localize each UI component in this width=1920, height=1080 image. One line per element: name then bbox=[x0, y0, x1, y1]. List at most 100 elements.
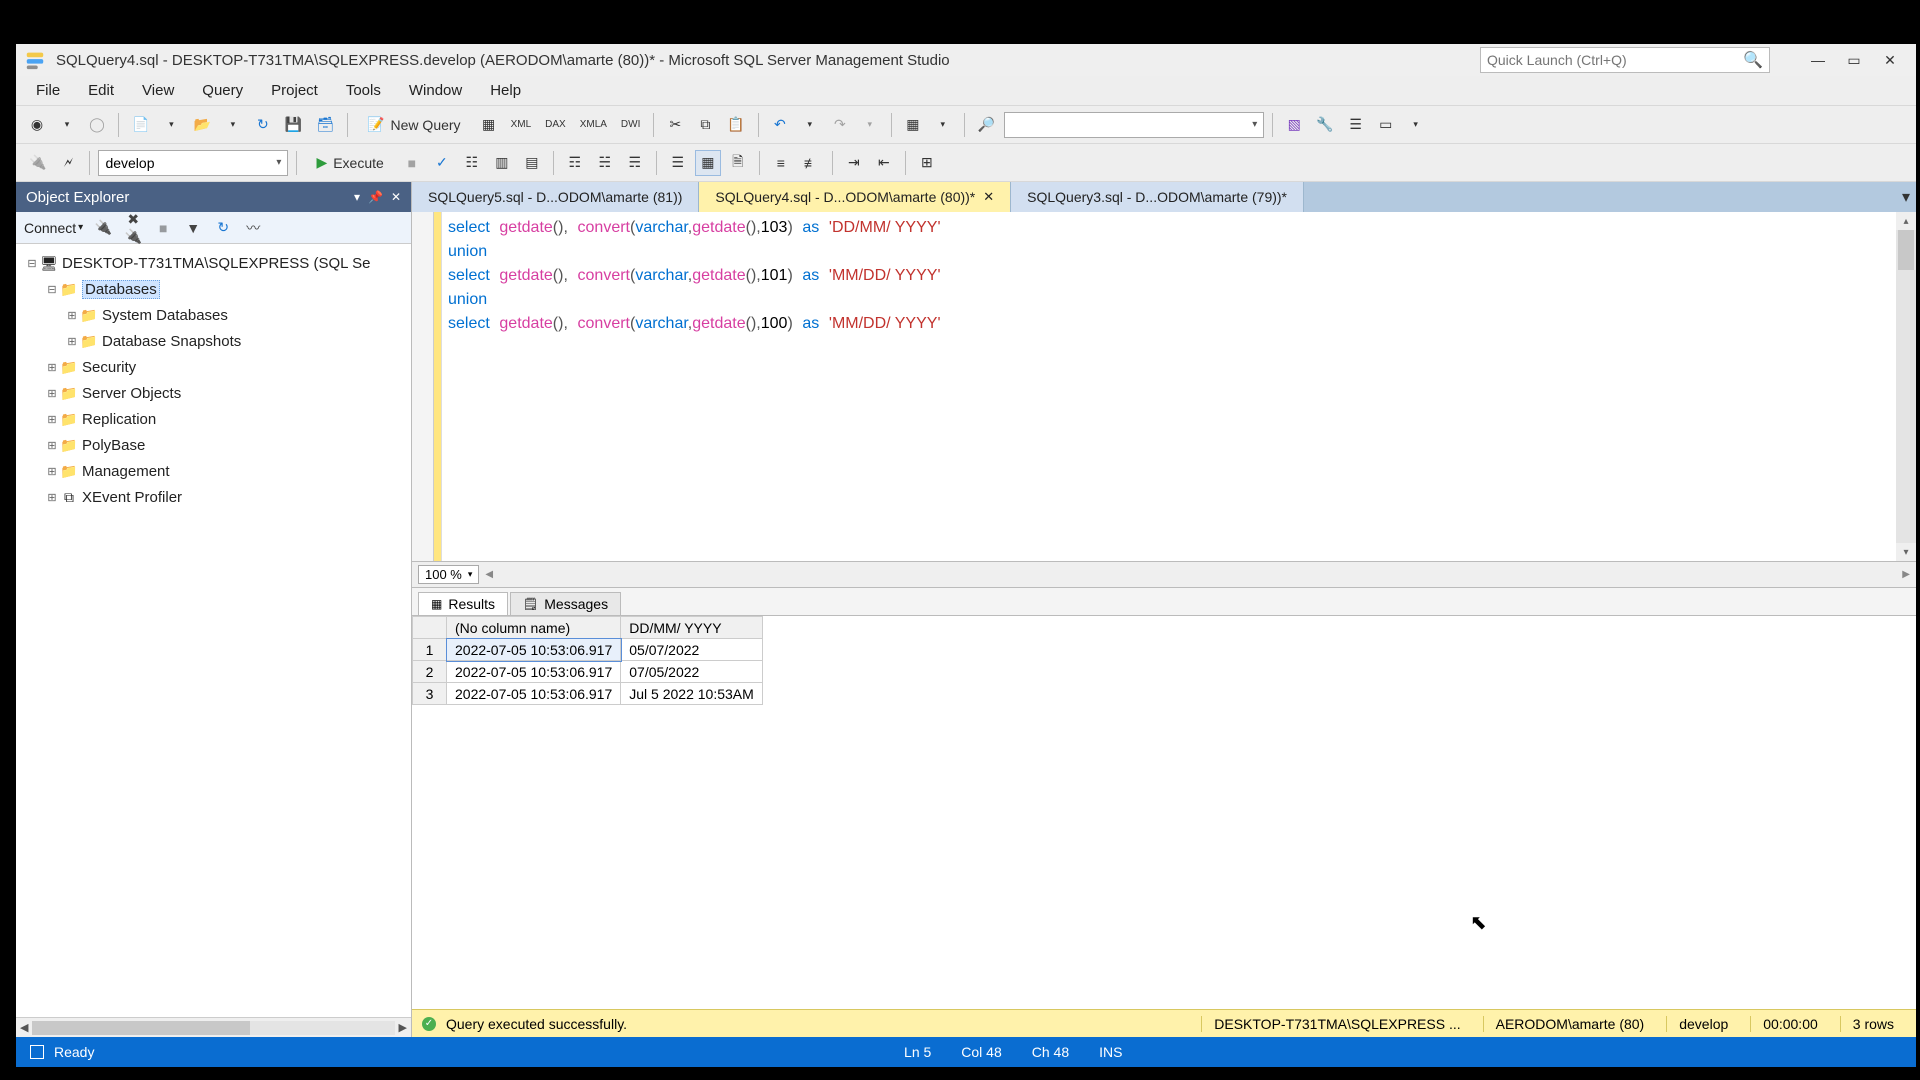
grid-button[interactable]: ▦ bbox=[900, 112, 926, 138]
execute-button[interactable]: ▶ Execute bbox=[305, 150, 394, 176]
open-button[interactable]: 📂 bbox=[188, 112, 215, 138]
column-header[interactable]: (No column name) bbox=[447, 617, 621, 639]
tree-node[interactable]: ⊞⧉XEvent Profiler bbox=[20, 484, 407, 510]
minimize-button[interactable]: — bbox=[1800, 46, 1836, 74]
table-cell[interactable]: 1 bbox=[413, 639, 447, 661]
quick-launch[interactable]: 🔍 bbox=[1480, 47, 1770, 73]
sql-code-area[interactable]: select getdate(), convert(varchar,getdat… bbox=[442, 212, 1896, 561]
column-header[interactable]: DD/MM/ YYYY bbox=[621, 617, 763, 639]
tree-node[interactable]: ⊞📁Security bbox=[20, 354, 407, 380]
scroll-down-icon[interactable]: ▾ bbox=[1896, 543, 1916, 561]
database-combo[interactable]: develop ▾ bbox=[98, 150, 288, 176]
pin-icon[interactable]: 📌 bbox=[368, 190, 383, 204]
paste-button[interactable]: 📋 bbox=[722, 112, 749, 138]
table-cell[interactable]: 2022-07-05 10:53:06.917 bbox=[447, 639, 621, 661]
sql-vscroll[interactable]: ▴ ▾ bbox=[1896, 212, 1916, 561]
save-button[interactable]: 💾 bbox=[280, 112, 307, 138]
oe-activity-icon[interactable]: 〰 bbox=[243, 218, 263, 238]
tab-sqlquery4[interactable]: SQLQuery4.sql - D...ODOM\amarte (80))* ✕ bbox=[699, 182, 1011, 212]
oe-filter-icon[interactable]: ▼ bbox=[183, 220, 203, 236]
column-header[interactable] bbox=[413, 617, 447, 639]
oe-dropdown-icon[interactable]: ▾ bbox=[354, 190, 360, 204]
estplan-button[interactable]: ☷ bbox=[459, 150, 485, 176]
results-text-button[interactable]: ☰ bbox=[665, 150, 691, 176]
oe-tree[interactable]: ⊟ 🖥 DESKTOP-T731TMA\SQLEXPRESS (SQL Se ⊟… bbox=[16, 244, 411, 1017]
unknown-dd[interactable]: ▾ bbox=[930, 112, 956, 138]
new-project-button[interactable]: 📄 bbox=[127, 112, 154, 138]
tree-node[interactable]: ⊞📁Server Objects bbox=[20, 380, 407, 406]
tree-node[interactable]: ⊞📁Replication bbox=[20, 406, 407, 432]
expand-icon[interactable]: ⊞ bbox=[44, 439, 60, 452]
new-query-button[interactable]: 📝 New Query bbox=[356, 112, 471, 138]
tree-node[interactable]: ⊟📁Databases bbox=[20, 276, 407, 302]
results-tab[interactable]: ▦ Results bbox=[418, 592, 508, 615]
expand-icon[interactable]: ⊞ bbox=[44, 491, 60, 504]
props-button[interactable]: ☰ bbox=[1343, 112, 1369, 138]
dax-button[interactable]: DAX bbox=[540, 112, 571, 138]
tab-sqlquery5[interactable]: SQLQuery5.sql - D...ODOM\amarte (81)) bbox=[412, 182, 699, 212]
menu-file[interactable]: File bbox=[22, 76, 74, 105]
scroll-up-icon[interactable]: ▴ bbox=[1896, 212, 1916, 230]
dwi-button[interactable]: DWI bbox=[616, 112, 645, 138]
comment-button[interactable]: ≡ bbox=[768, 150, 794, 176]
scroll-track[interactable] bbox=[32, 1021, 394, 1035]
table-cell[interactable]: 07/05/2022 bbox=[621, 661, 763, 683]
table-row[interactable]: 32022-07-05 10:53:06.917Jul 5 2022 10:53… bbox=[413, 683, 763, 705]
oe-close-icon[interactable]: ✕ bbox=[391, 190, 401, 204]
collapse-icon[interactable]: ⊟ bbox=[24, 257, 40, 270]
parse-button[interactable]: ✓ bbox=[429, 150, 455, 176]
table-cell[interactable]: 2022-07-05 10:53:06.917 bbox=[447, 661, 621, 683]
table-row[interactable]: 22022-07-05 10:53:06.91707/05/2022 bbox=[413, 661, 763, 683]
outdent-button[interactable]: ⇤ bbox=[871, 150, 897, 176]
open-dd[interactable]: ▾ bbox=[220, 112, 246, 138]
table-cell[interactable]: 3 bbox=[413, 683, 447, 705]
zoom-combo[interactable]: 100 % ▾ bbox=[418, 565, 479, 584]
panel-button[interactable]: ▭ bbox=[1373, 112, 1399, 138]
tree-node[interactable]: ⊞📁System Databases bbox=[20, 302, 407, 328]
menu-edit[interactable]: Edit bbox=[74, 76, 128, 105]
oe-hscroll[interactable]: ◀ ▶ bbox=[16, 1017, 411, 1037]
hscroll-right-icon[interactable]: ▶ bbox=[1902, 569, 1910, 580]
save-all-button[interactable]: 🗃 bbox=[311, 112, 339, 138]
table-cell[interactable]: Jul 5 2022 10:53AM bbox=[621, 683, 763, 705]
nav-fwd-button[interactable]: ◯ bbox=[84, 112, 110, 138]
find-combo[interactable]: ▾ bbox=[1004, 112, 1264, 138]
menu-help[interactable]: Help bbox=[476, 76, 535, 105]
messages-tab[interactable]: 🗒 Messages bbox=[510, 592, 621, 615]
new-project-dd[interactable]: ▾ bbox=[158, 112, 184, 138]
wrench-button[interactable]: 🔧 bbox=[1311, 112, 1338, 138]
expand-icon[interactable]: ⊞ bbox=[64, 335, 80, 348]
redo-dd[interactable]: ▾ bbox=[857, 112, 883, 138]
connect-icon[interactable]: 🔌 bbox=[24, 150, 51, 176]
oe-disc-icon[interactable]: ✖🔌 bbox=[123, 211, 143, 245]
tree-server-node[interactable]: ⊟ 🖥 DESKTOP-T731TMA\SQLEXPRESS (SQL Se bbox=[20, 250, 407, 276]
quick-launch-input[interactable] bbox=[1487, 52, 1743, 68]
menu-view[interactable]: View bbox=[128, 76, 188, 105]
inc-live-button[interactable]: ☵ bbox=[592, 150, 618, 176]
expand-icon[interactable]: ⊞ bbox=[64, 309, 80, 322]
table-cell[interactable]: 2 bbox=[413, 661, 447, 683]
expand-icon[interactable]: ⊞ bbox=[44, 465, 60, 478]
menu-query[interactable]: Query bbox=[188, 76, 257, 105]
expand-icon[interactable]: ⊞ bbox=[44, 387, 60, 400]
results-grid-button[interactable]: ▦ bbox=[695, 150, 721, 176]
results-table[interactable]: (No column name)DD/MM/ YYYY 12022-07-05 1… bbox=[412, 616, 763, 705]
uncomment-button[interactable]: ≢ bbox=[798, 150, 824, 176]
table-cell[interactable]: 2022-07-05 10:53:06.917 bbox=[447, 683, 621, 705]
specify-vals-button[interactable]: ⊞ bbox=[914, 150, 940, 176]
purple-button[interactable]: ▧ bbox=[1281, 112, 1307, 138]
sql-editor[interactable]: select getdate(), convert(varchar,getdat… bbox=[412, 212, 1916, 562]
expand-icon[interactable]: ⊞ bbox=[44, 361, 60, 374]
tree-node[interactable]: ⊞📁Database Snapshots bbox=[20, 328, 407, 354]
menu-window[interactable]: Window bbox=[395, 76, 476, 105]
de-button-1[interactable]: ▦ bbox=[476, 112, 502, 138]
scroll-right-icon[interactable]: ▶ bbox=[399, 1021, 407, 1034]
redo-button[interactable]: ↷ bbox=[827, 112, 853, 138]
tree-node[interactable]: ⊞📁Management bbox=[20, 458, 407, 484]
undo-button[interactable]: ↶ bbox=[767, 112, 793, 138]
expand-icon[interactable]: ⊟ bbox=[44, 283, 60, 296]
scroll-left-icon[interactable]: ◀ bbox=[20, 1021, 28, 1034]
change-conn-button[interactable]: 🗲 bbox=[55, 150, 81, 176]
panel-dd[interactable]: ▾ bbox=[1403, 112, 1429, 138]
close-button[interactable]: ✕ bbox=[1872, 46, 1908, 74]
